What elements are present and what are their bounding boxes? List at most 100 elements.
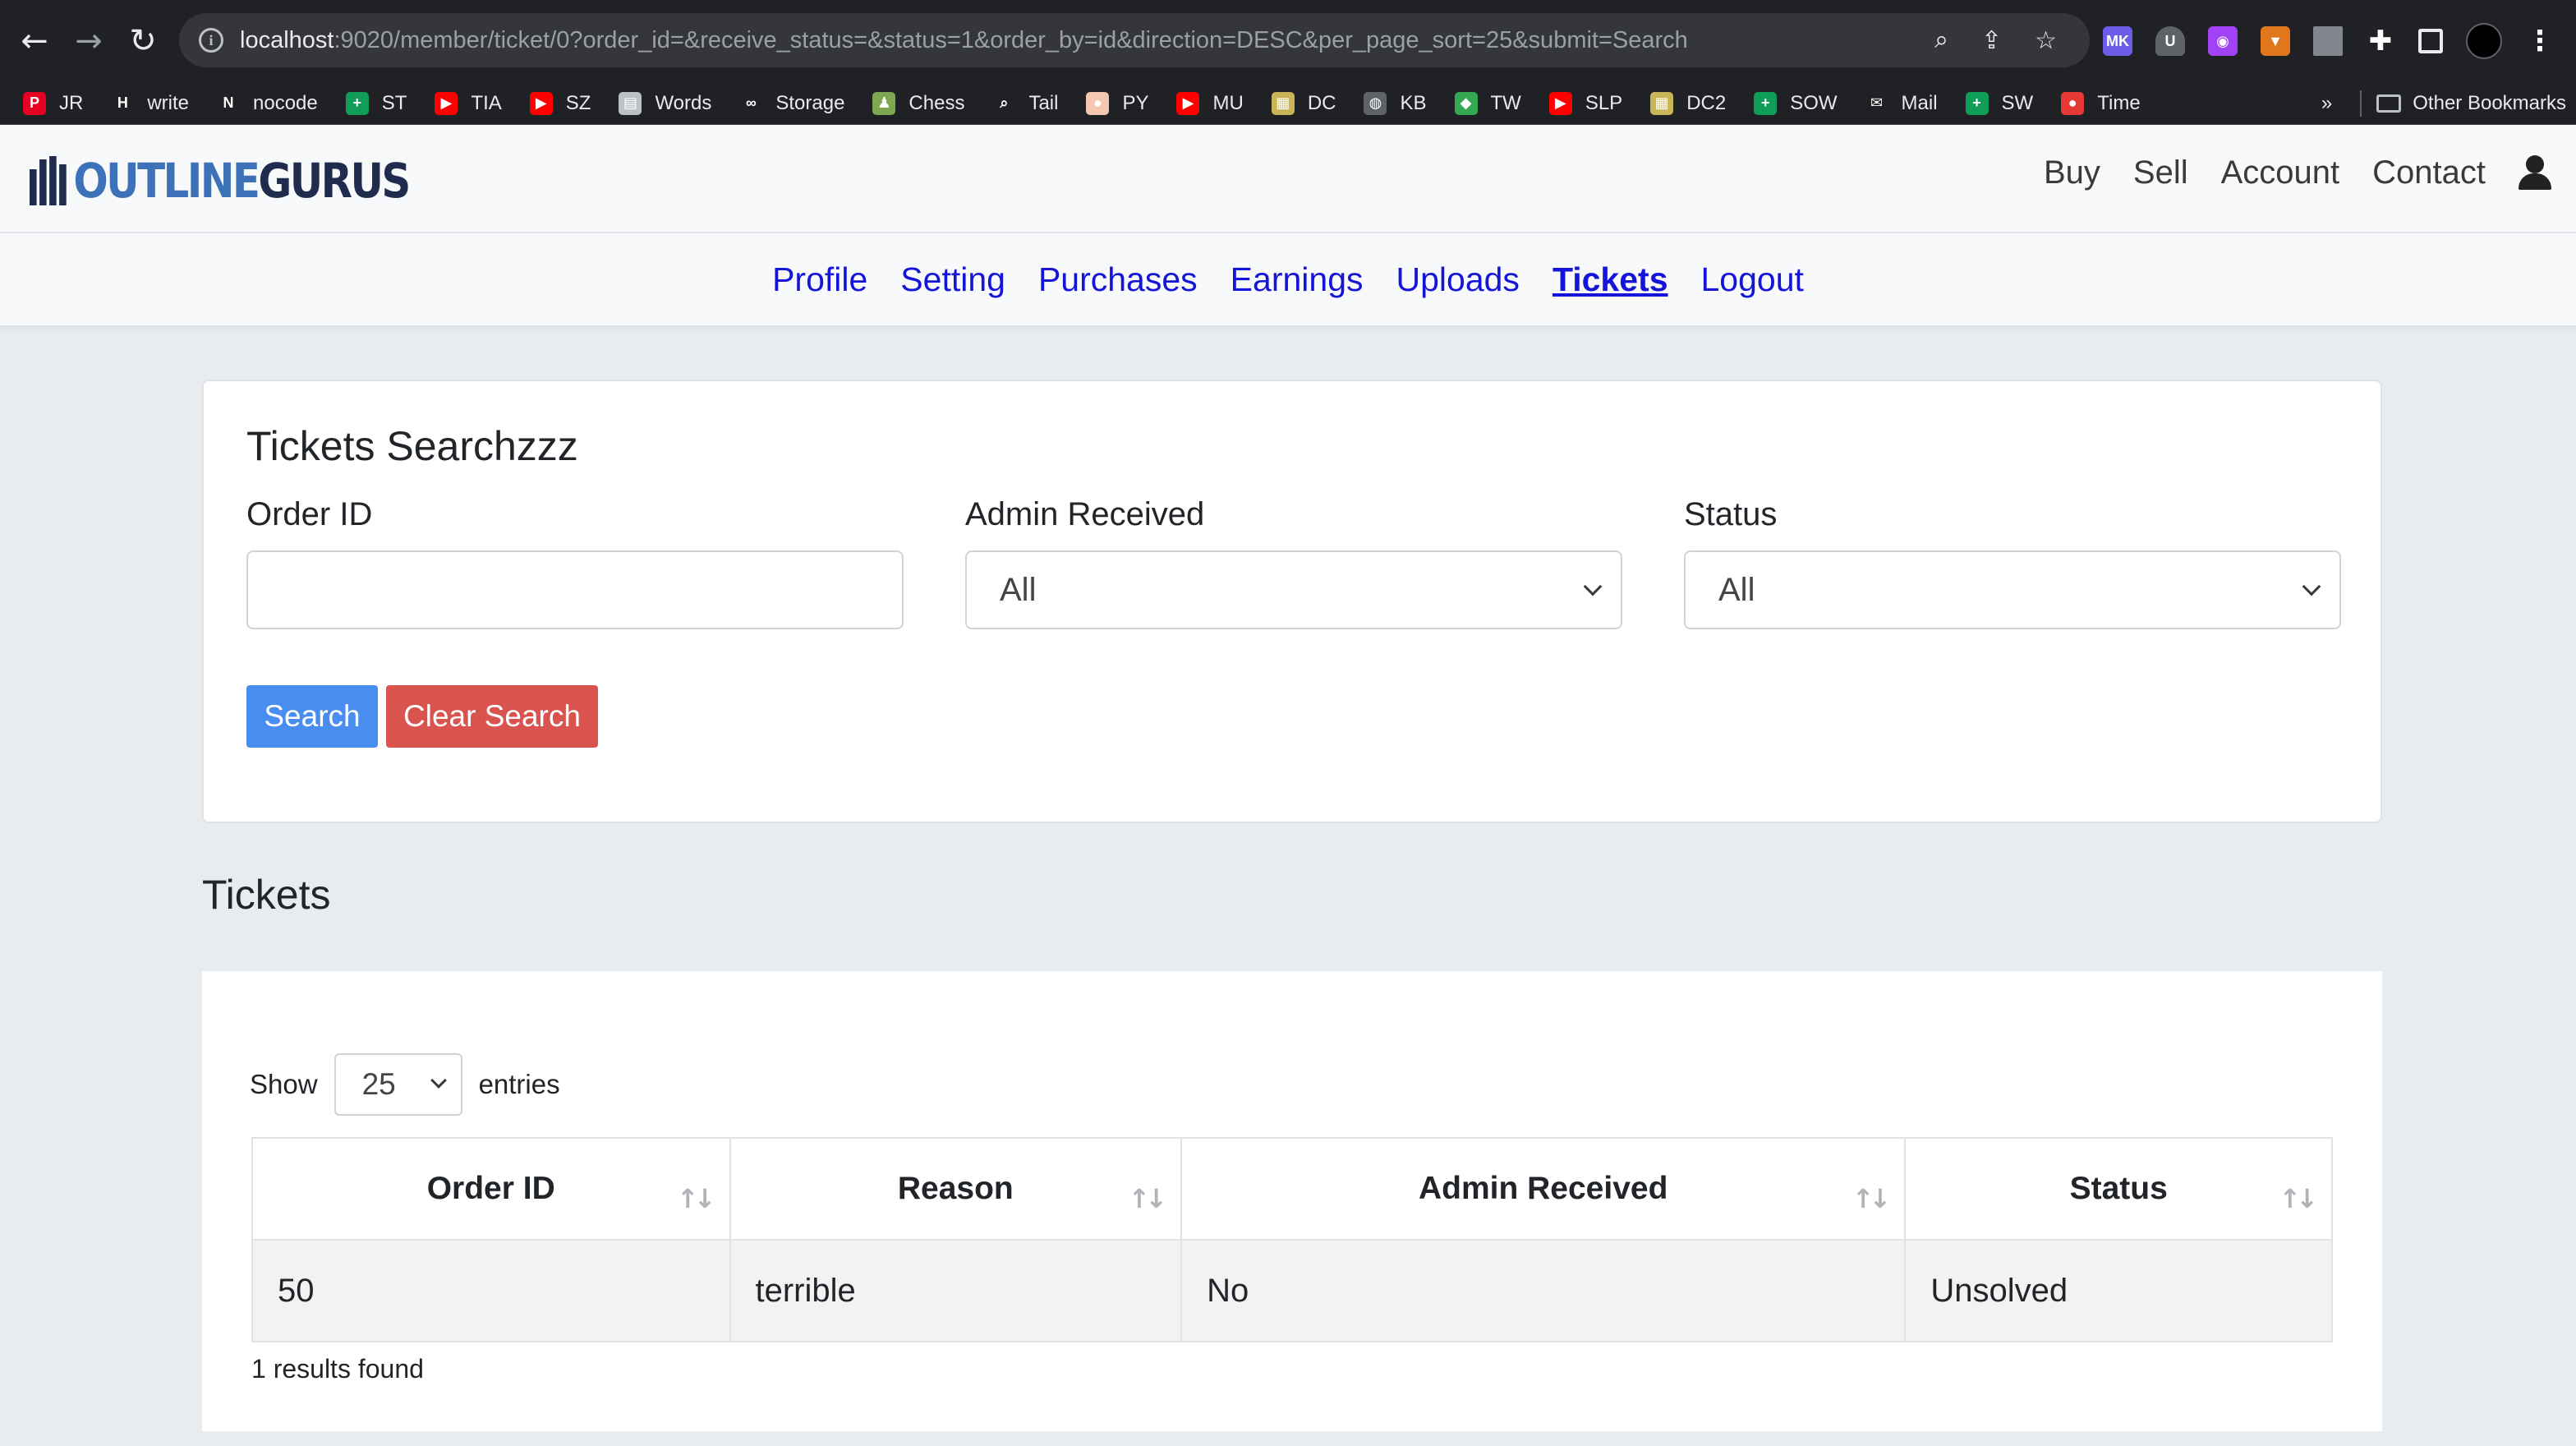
search-button[interactable]: Search bbox=[246, 685, 378, 748]
bookmark-chess[interactable]: ♟ Chess bbox=[872, 91, 964, 115]
bookmark-kb[interactable]: ◍ KB bbox=[1364, 91, 1427, 115]
nav-contact[interactable]: Contact bbox=[2372, 154, 2486, 191]
reload-icon[interactable]: ↻ bbox=[117, 15, 169, 67]
infinity-icon: ∞ bbox=[739, 91, 763, 115]
member-nav: Profile Setting Purchases Earnings Uploa… bbox=[0, 233, 2576, 327]
sidepanel-icon[interactable] bbox=[2418, 29, 2443, 53]
bookmark-dc2[interactable]: ▦ DC2 bbox=[1650, 91, 1727, 115]
member-nav-uploads[interactable]: Uploads bbox=[1396, 260, 1520, 299]
member-nav-setting[interactable]: Setting bbox=[900, 260, 1005, 299]
nav-sell[interactable]: Sell bbox=[2133, 154, 2188, 191]
search-title: Tickets Searchzzz bbox=[246, 423, 578, 469]
column-header-status[interactable]: Status ↑↓ bbox=[1904, 1137, 2333, 1241]
bookmark-time[interactable]: ● Time bbox=[2061, 91, 2141, 115]
results-count: 1 results found bbox=[251, 1354, 424, 1384]
star-icon[interactable]: ☆ bbox=[2035, 26, 2057, 55]
menu-kebab-icon[interactable]: ⋮ bbox=[2525, 25, 2555, 57]
sheets-icon: + bbox=[345, 91, 369, 115]
member-nav-tickets[interactable]: Tickets bbox=[1552, 260, 1668, 299]
cell-reason: terrible bbox=[729, 1239, 1183, 1342]
share-icon[interactable]: ⇪ bbox=[1981, 26, 2002, 55]
pinterest-icon: P bbox=[23, 91, 46, 115]
sort-icon[interactable]: ↑↓ bbox=[1852, 1183, 1892, 1214]
user-icon[interactable] bbox=[2518, 154, 2551, 191]
bookmark-tail[interactable]: ⌕ Tail bbox=[992, 91, 1059, 115]
status-select[interactable]: All bbox=[1684, 550, 2341, 629]
profile-avatar[interactable] bbox=[2466, 23, 2502, 59]
bookmarks-bar: P JR Hwrite Nnocode + ST ▶ TIA ▶ SZ ▤ Words ∞ Storage… bbox=[0, 82, 2576, 125]
table-row[interactable]: 50 terrible No Unsolved bbox=[251, 1239, 2333, 1342]
bookmark-tia[interactable]: ▶ TIA bbox=[435, 91, 502, 115]
clear-search-button[interactable]: Clear Search bbox=[386, 685, 598, 748]
nav-account[interactable]: Account bbox=[2221, 154, 2340, 191]
status-label: Status bbox=[1684, 496, 1778, 532]
admin-received-select[interactable]: All bbox=[965, 550, 1622, 629]
bookmark-label: Tail bbox=[1028, 91, 1059, 114]
sheets-icon: + bbox=[1965, 91, 1989, 115]
bookmark-storage[interactable]: ∞ Storage bbox=[739, 91, 844, 115]
bookmark-words[interactable]: ▤ Words bbox=[619, 91, 711, 115]
extension-mk-icon[interactable]: MK bbox=[2103, 26, 2132, 56]
column-header-order-id[interactable]: Order ID ↑↓ bbox=[251, 1137, 731, 1241]
member-nav-earnings[interactable]: Earnings bbox=[1230, 260, 1364, 299]
extensions-puzzle-icon[interactable]: ✚ bbox=[2366, 25, 2395, 57]
bookmark-nocode[interactable]: Nnocode bbox=[217, 91, 318, 115]
column-header-label: Reason bbox=[897, 1171, 1014, 1206]
bookmark-label: TIA bbox=[471, 91, 502, 114]
extension-gray-icon[interactable] bbox=[2313, 26, 2343, 56]
bookmark-label: SLP bbox=[1585, 91, 1623, 114]
info-icon[interactable]: i bbox=[199, 28, 223, 53]
bookmark-label: SZ bbox=[565, 91, 591, 114]
bookmark-jr[interactable]: P JR bbox=[23, 91, 83, 115]
youtube-icon: ▶ bbox=[1548, 91, 1572, 115]
cell-order-id: 50 bbox=[251, 1239, 731, 1342]
back-icon[interactable]: ← bbox=[8, 15, 61, 67]
zoom-icon[interactable]: ⌕ bbox=[1934, 26, 1948, 54]
mail-icon: ✉ bbox=[1865, 91, 1888, 115]
address-bar[interactable]: i localhost:9020/member/ticket/0?order_i… bbox=[179, 13, 2090, 67]
bookmark-st[interactable]: + ST bbox=[345, 91, 407, 115]
nav-buy[interactable]: Buy bbox=[2044, 154, 2100, 191]
forward-icon[interactable]: → bbox=[62, 15, 115, 67]
order-id-input[interactable] bbox=[246, 550, 904, 629]
bookmark-slp[interactable]: ▶ SLP bbox=[1548, 91, 1623, 115]
other-bookmarks-link[interactable]: Other Bookmarks bbox=[2413, 92, 2566, 115]
member-nav-profile[interactable]: Profile bbox=[772, 260, 867, 299]
site-header: OUTLINE GURUS Buy Sell Account Contact bbox=[0, 125, 2576, 233]
column-header-reason[interactable]: Reason ↑↓ bbox=[729, 1137, 1183, 1241]
url-path: :9020/member/ticket/0?order_id=&receive_… bbox=[334, 26, 1688, 53]
bookmark-dc[interactable]: ▦ DC bbox=[1271, 91, 1336, 115]
site-logo[interactable]: OUTLINE GURUS bbox=[30, 153, 411, 209]
bookmark-mu[interactable]: ▶ MU bbox=[1176, 91, 1244, 115]
sort-icon[interactable]: ↑↓ bbox=[2279, 1183, 2318, 1214]
bookmark-label: DC bbox=[1307, 91, 1336, 114]
bookmark-tw[interactable]: ◆ TW bbox=[1454, 91, 1521, 115]
member-nav-logout[interactable]: Logout bbox=[1701, 260, 1804, 299]
extension-shield-icon[interactable]: U bbox=[2155, 26, 2185, 56]
bookmark-sz[interactable]: ▶ SZ bbox=[529, 91, 591, 115]
sort-icon[interactable]: ↑↓ bbox=[677, 1183, 716, 1214]
browser-toolbar: ← → ↻ i localhost:9020/member/ticket/0?o… bbox=[0, 0, 2576, 82]
member-nav-purchases[interactable]: Purchases bbox=[1038, 260, 1198, 299]
column-header-admin-received[interactable]: Admin Received ↑↓ bbox=[1180, 1137, 1907, 1241]
extension-fox-icon[interactable]: ▼ bbox=[2261, 26, 2290, 56]
bookmark-mail[interactable]: ✉ Mail bbox=[1865, 91, 1938, 115]
bookmark-label: ST bbox=[381, 91, 407, 114]
extension-purple-icon[interactable]: ◉ bbox=[2208, 26, 2238, 56]
chevron-down-icon bbox=[430, 1072, 447, 1089]
bookmark-sw[interactable]: + SW bbox=[1965, 91, 2033, 115]
map-icon: ▦ bbox=[1271, 91, 1295, 115]
bookmark-label: DC2 bbox=[1686, 91, 1727, 114]
sort-icon[interactable]: ↑↓ bbox=[1128, 1183, 1167, 1214]
bookmark-label: KB bbox=[1400, 91, 1427, 114]
entries-per-page-select[interactable]: 25 bbox=[334, 1053, 462, 1116]
order-id-field: Order ID bbox=[246, 490, 904, 629]
admin-received-label: Admin Received bbox=[965, 496, 1205, 532]
more-bookmarks-icon[interactable]: » bbox=[2321, 92, 2332, 115]
bookmark-label: PY bbox=[1122, 91, 1149, 114]
url-host: localhost bbox=[240, 26, 334, 53]
admin-received-value: All bbox=[1000, 571, 1037, 608]
bookmark-write[interactable]: Hwrite bbox=[111, 91, 189, 115]
bookmark-py[interactable]: ● PY bbox=[1086, 91, 1149, 115]
bookmark-sow[interactable]: + SOW bbox=[1754, 91, 1838, 115]
